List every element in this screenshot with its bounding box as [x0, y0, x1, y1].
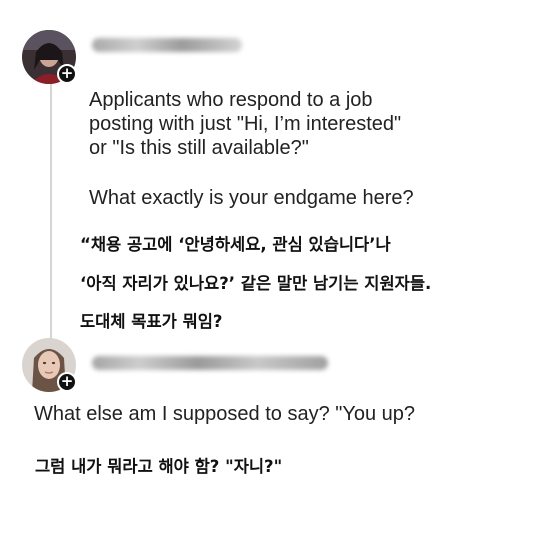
post2-text: What else am I supposed to say? "You up?: [34, 403, 416, 425]
post1-follow-icon[interactable]: +: [57, 64, 77, 84]
post1-username-blurred: [92, 38, 242, 52]
translation1-line-1: “채용 공고에 ‘안녕하세요, 관심 있습니다’나: [80, 235, 391, 254]
translation1-line-3: 도대체 목표가 뭐임?: [80, 312, 223, 331]
post2-username-blurred: [92, 356, 328, 370]
post1-question: What exactly is your endgame here?: [89, 187, 414, 209]
post1-text-line-2: posting with just "Hi, I’m interested": [89, 113, 402, 135]
translation1-line-2: ‘아직 자리가 있나요?’ 같은 말만 남기는 지원자들.: [80, 274, 432, 293]
thread-connector-line: [50, 84, 52, 340]
post1-text-line-1: Applicants who respond to a job: [89, 89, 373, 111]
translation2-text: 그럼 내가 뭐라고 해야 함? "자니?": [35, 457, 283, 476]
post1-text-line-3: or "Is this still available?": [89, 137, 309, 159]
post2-follow-icon[interactable]: +: [57, 372, 77, 392]
